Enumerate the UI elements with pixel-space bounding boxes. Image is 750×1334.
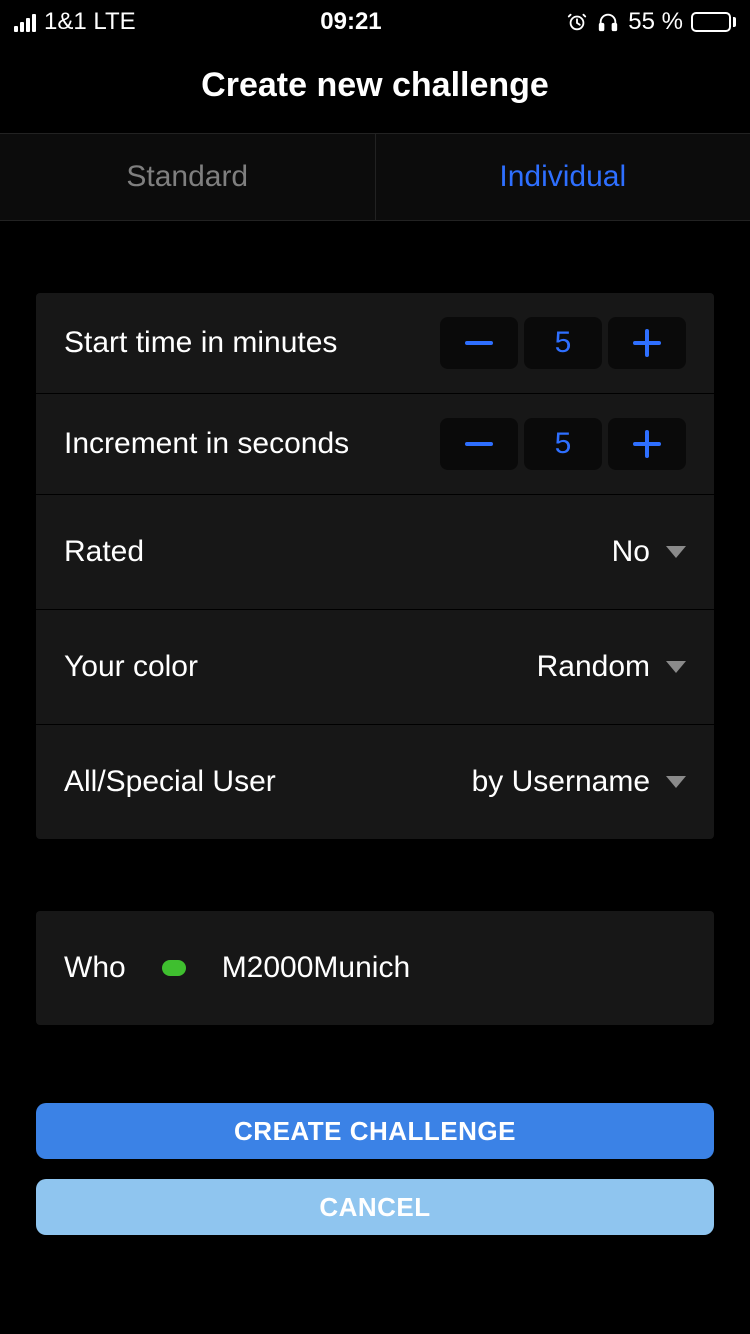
row-start-time: Start time in minutes 5 [36,293,714,393]
settings-card: Start time in minutes 5 Increment in sec… [36,293,714,839]
tab-individual[interactable]: Individual [375,134,750,220]
tab-bar: Standard Individual [0,133,750,221]
rated-label: Rated [64,535,144,569]
row-rated[interactable]: Rated No [36,494,714,609]
start-time-plus-button[interactable] [608,317,686,369]
button-group: CREATE CHALLENGE CANCEL [36,1103,714,1235]
user-mode-label: All/Special User [64,765,276,799]
plus-icon [633,329,661,357]
increment-label: Increment in seconds [64,427,349,461]
battery-icon [691,12,736,32]
plus-icon [633,430,661,458]
increment-value: 5 [524,418,602,470]
row-color[interactable]: Your color Random [36,609,714,724]
who-username: M2000Munich [222,951,410,985]
user-mode-value: by Username [472,765,686,799]
chevron-down-icon [666,546,686,558]
create-challenge-button[interactable]: CREATE CHALLENGE [36,1103,714,1159]
chevron-down-icon [666,776,686,788]
start-time-minus-button[interactable] [440,317,518,369]
minus-icon [465,442,493,446]
chevron-down-icon [666,661,686,673]
status-left: 1&1 LTE [14,8,136,36]
tab-standard[interactable]: Standard [0,134,375,220]
headphones-icon [596,11,620,33]
page-title: Create new challenge [0,44,750,133]
clock: 09:21 [320,8,381,36]
who-card[interactable]: Who M2000Munich [36,911,714,1025]
alarm-icon [566,11,588,33]
presence-icon [162,960,186,976]
row-increment: Increment in seconds 5 [36,393,714,494]
rated-value: No [612,535,686,569]
color-value: Random [537,650,686,684]
start-time-value: 5 [524,317,602,369]
who-label: Who [64,951,126,985]
status-bar: 1&1 LTE 09:21 55 % [0,0,750,44]
battery-percent: 55 % [628,8,683,36]
carrier-label: 1&1 LTE [44,8,136,36]
increment-plus-button[interactable] [608,418,686,470]
signal-icon [14,12,36,32]
row-user-mode[interactable]: All/Special User by Username [36,724,714,839]
color-label: Your color [64,650,198,684]
minus-icon [465,341,493,345]
start-time-label: Start time in minutes [64,326,337,360]
cancel-button[interactable]: CANCEL [36,1179,714,1235]
start-time-stepper: 5 [440,317,686,369]
status-right: 55 % [566,8,736,36]
increment-minus-button[interactable] [440,418,518,470]
increment-stepper: 5 [440,418,686,470]
